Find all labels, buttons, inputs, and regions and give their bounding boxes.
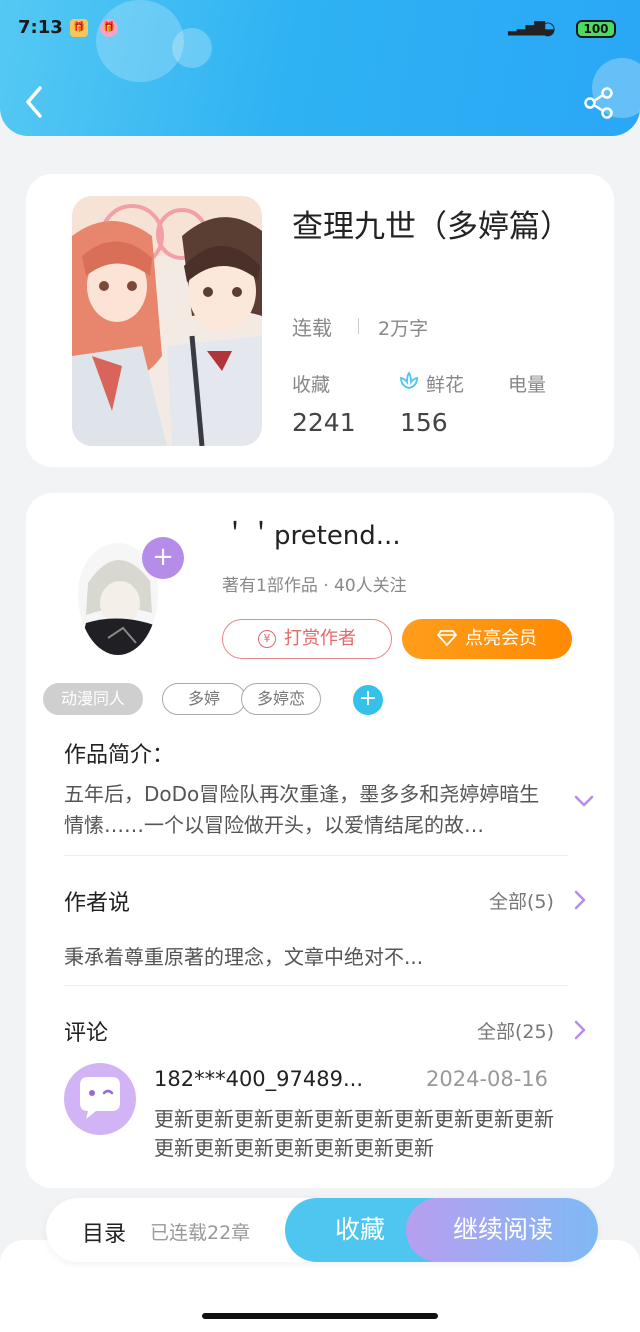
battery-icon: 100 (576, 20, 616, 38)
tag-main[interactable]: 动漫同人 (43, 683, 143, 715)
intro-text: 五年后，DoDo冒险队再次重逢，墨多多和尧婷婷暗生情愫……一个以冒险做开头，以爱… (64, 782, 540, 837)
stat-value-favorites: 2241 (292, 408, 356, 437)
share-button[interactable] (582, 86, 616, 120)
book-info-card: 查理九世（多婷篇） 连载 2万字 收藏 鲜花 电量 2241 156 (26, 174, 614, 467)
stat-label-favorites: 收藏 (292, 374, 331, 396)
wifi-icon: ◒ (540, 18, 556, 39)
tag-item[interactable]: 多婷恋 (241, 683, 321, 715)
book-title: 查理九世（多婷篇） (292, 209, 571, 245)
chevron-right-icon[interactable] (572, 889, 588, 911)
serial-status: 连载 (292, 316, 332, 340)
top-header: 7:13 🎁 🎁 ▂▃▅▇ ◒ 100 (0, 0, 640, 136)
commenter-name[interactable]: 182***400_97489... (154, 1067, 363, 1091)
cover-illustration (72, 196, 262, 446)
book-detail-card: + ＇＇pretend... 著有1部作品 · 40人关注 ¥ 打赏作者 点亮会员… (26, 493, 614, 1188)
yen-coin-icon: ¥ (258, 630, 276, 648)
stat-label-flowers: 鲜花 (426, 374, 465, 396)
chat-bubble-icon (80, 1077, 120, 1119)
app-notification-icon: 🎁 (70, 19, 88, 37)
author-name[interactable]: ＇＇pretend... (222, 515, 401, 552)
author-says-title: 作者说 (64, 891, 131, 916)
app-notification-icon: 🎁 (100, 19, 118, 37)
chevron-right-icon[interactable] (572, 1019, 588, 1041)
add-tag-button[interactable]: + (353, 685, 383, 715)
comment-date: 2024-08-16 (426, 1067, 549, 1091)
divider (358, 318, 359, 334)
reward-label: 打赏作者 (284, 628, 356, 649)
back-arrow-icon (26, 86, 42, 118)
author-says-all-link[interactable]: 全部(5) (489, 887, 554, 914)
vip-membership-button[interactable]: 点亮会员 (402, 619, 572, 659)
flower-icon (400, 371, 418, 389)
reward-author-button[interactable]: ¥ 打赏作者 (222, 619, 392, 659)
comments-title: 评论 (64, 1021, 109, 1046)
home-indicator[interactable] (202, 1313, 438, 1319)
divider (64, 855, 568, 856)
continue-reading-button[interactable]: 继续阅读 (406, 1198, 598, 1262)
bottom-action-bar: 目录 已连载22章 收藏 继续阅读 (46, 1198, 598, 1262)
chevron-down-icon[interactable] (570, 791, 598, 811)
table-of-contents-button[interactable]: 目录 (82, 1216, 126, 1248)
stat-label-power: 电量 (508, 374, 547, 396)
stat-value-flowers: 156 (400, 408, 448, 437)
book-cover-image[interactable] (72, 196, 262, 446)
author-says-text: 秉承着尊重原著的理念，文章中绝对不... (64, 945, 424, 969)
signal-icon: ▂▃▅▇ (508, 20, 545, 36)
divider (64, 985, 568, 986)
author-meta: 著有1部作品 · 40人关注 (222, 576, 407, 596)
status-time: 7:13 (18, 17, 63, 38)
word-count: 2万字 (378, 318, 429, 340)
commenter-avatar[interactable] (64, 1063, 136, 1135)
follow-author-button[interactable]: + (142, 537, 184, 579)
share-icon (584, 87, 613, 119)
tag-item[interactable]: 多婷 (162, 683, 246, 715)
status-bar: 7:13 🎁 🎁 ▂▃▅▇ ◒ 100 (0, 0, 640, 56)
comment-text: 更新更新更新更新更新更新更新更新更新更新更新更新更新更新更新更新更新 (154, 1107, 554, 1160)
comments-all-link[interactable]: 全部(25) (477, 1017, 554, 1044)
intro-title: 作品简介： (64, 743, 175, 768)
vip-label: 点亮会员 (465, 628, 537, 649)
chapter-count: 已连载22章 (150, 1222, 251, 1244)
diamond-icon (436, 630, 458, 647)
back-button[interactable] (20, 84, 52, 120)
